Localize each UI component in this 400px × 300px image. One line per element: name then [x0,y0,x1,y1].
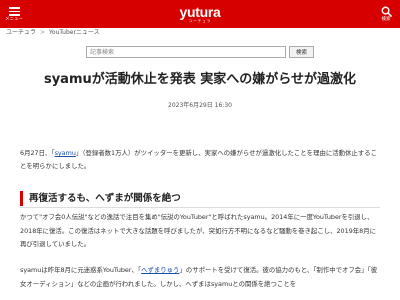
breadcrumb-category[interactable]: YouTuberニュース [49,29,100,37]
site-header: メニュー yutura ユーチュラ 検索 [0,0,400,28]
section-divider [20,207,380,208]
menu-button[interactable]: メニュー [0,0,28,28]
site-logo[interactable]: yutura ユーチュラ [180,5,221,24]
logo-text: yutura [179,3,221,20]
breadcrumb: ユーチュラ > YouTuberニュース [6,29,100,37]
article-paragraph-3: syamuは昨年8月に元迷惑系YouTuber、「へずまりゅう」のサポートを受け… [20,264,382,300]
article-search-bar: 検索 [86,46,316,58]
p3-text-before: syamuは昨年8月に元迷惑系YouTuber、「 [20,266,142,274]
breadcrumb-home[interactable]: ユーチュラ [6,29,36,37]
menu-label: メニュー [5,16,23,22]
section-heading: 再復活するも、へずまが関係を絶つ [20,191,380,206]
article-title: syamuが活動休止を発表 実家への嫌がらせが過激化 [43,72,357,87]
channel-link-syamu[interactable]: syamu [55,149,76,157]
search-icon [381,6,392,17]
header-search-button[interactable]: 検索 [372,0,400,28]
channel-link-hezumaryu[interactable]: へずまりゅう [141,266,179,274]
search-input[interactable] [86,46,286,58]
article-lead-paragraph: 6月27日、「syamu」（登録者数1万人）がツイッターを更新し、実家への嫌がら… [20,147,382,173]
logo-subtext: ユーチュラ [188,18,212,23]
search-submit-button[interactable]: 検索 [289,46,314,58]
header-search-label: 検索 [381,16,391,22]
hamburger-icon [8,7,20,16]
article-paragraph: かつて"オフ会0人伝説"などの逸話で注目を集め"伝説のYouTuber"と呼ばれ… [20,213,376,248]
lead-text-before: 6月27日、「 [20,149,55,157]
article-date: 2023年6月29日 16:30 [168,102,232,109]
breadcrumb-separator: > [40,29,46,36]
